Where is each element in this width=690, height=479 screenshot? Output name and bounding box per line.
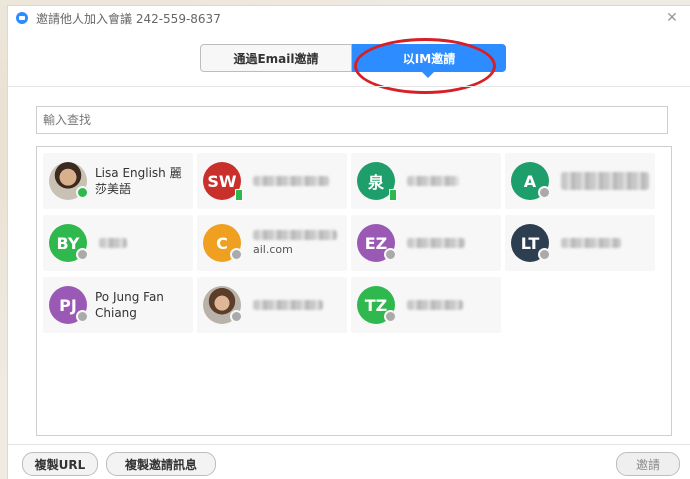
mobile-status-icon (235, 189, 243, 201)
avatar-initials: EZ (364, 233, 388, 253)
zoom-app-icon (16, 12, 28, 24)
avatar-initials: SW (207, 171, 237, 191)
contact-item[interactable] (197, 277, 347, 333)
title-bar: 邀請他人加入會議 242-559-8637 ✕ (8, 6, 690, 30)
contact-item[interactable]: Lisa English 麗莎美語 (43, 153, 193, 209)
contact-item[interactable]: EZ (351, 215, 501, 271)
contact-item[interactable]: SW (197, 153, 347, 209)
close-icon[interactable]: ✕ (664, 10, 680, 26)
blurred-name (253, 176, 329, 186)
avatar: A (511, 162, 551, 200)
mobile-status-icon (389, 189, 397, 201)
avatar-initials: C (216, 233, 228, 253)
blurred-name (253, 230, 337, 240)
contact-item[interactable]: LT (505, 215, 655, 271)
avatar (49, 162, 89, 200)
avatar (203, 286, 243, 324)
offline-status-icon (76, 248, 89, 261)
avatar: BY (49, 224, 89, 262)
blurred-name (99, 238, 127, 248)
search-input[interactable] (36, 106, 668, 134)
contact-name-block: ail.com (253, 230, 337, 256)
offline-status-icon (538, 186, 551, 199)
avatar: PJ (49, 286, 89, 324)
invite-button[interactable]: 邀請 (616, 452, 680, 476)
contact-item[interactable]: A (505, 153, 655, 209)
avatar: C (203, 224, 243, 262)
copy-invitation-button[interactable]: 複製邀請訊息 (106, 452, 216, 476)
contact-item[interactable]: TZ (351, 277, 501, 333)
avatar: EZ (357, 224, 397, 262)
avatar-initials: BY (56, 233, 80, 253)
avatar-initials: TZ (364, 295, 388, 315)
blurred-name (561, 238, 621, 248)
offline-status-icon (538, 248, 551, 261)
offline-status-icon (384, 248, 397, 261)
avatar-initials: A (523, 171, 537, 191)
offline-status-icon (76, 310, 89, 323)
avatar-initials: PJ (59, 295, 77, 315)
online-status-icon (76, 186, 89, 199)
offline-status-icon (384, 310, 397, 323)
copy-url-button[interactable]: 複製URL (22, 452, 98, 476)
avatar: LT (511, 224, 551, 262)
contact-item[interactable]: BY (43, 215, 193, 271)
blurred-name (407, 300, 463, 310)
divider (8, 86, 690, 87)
contact-name-partial: ail.com (253, 243, 293, 256)
blurred-name (561, 172, 649, 190)
avatar: SW (203, 162, 243, 201)
contact-grid: Lisa English 麗莎美語 SW 泉 A BY C ail.com EZ… (43, 153, 655, 333)
invite-dialog: 邀請他人加入會議 242-559-8637 ✕ 通過Email邀請 以IM邀請 … (8, 6, 690, 479)
blurred-name (253, 300, 323, 310)
contact-item[interactable]: PJ Po Jung Fan Chiang (43, 277, 193, 333)
contact-item[interactable]: 泉 (351, 153, 501, 209)
footer-divider (8, 444, 690, 445)
offline-status-icon (230, 310, 243, 323)
blurred-name (407, 238, 465, 248)
avatar: 泉 (357, 162, 397, 201)
contact-list[interactable]: Lisa English 麗莎美語 SW 泉 A BY C ail.com EZ… (36, 146, 672, 436)
contact-name: Lisa English 麗莎美語 (95, 166, 182, 196)
avatar-initials: 泉 (367, 173, 384, 192)
contact-name: Po Jung Fan Chiang (95, 290, 164, 320)
blurred-name (407, 176, 459, 186)
avatar-initials: LT (520, 233, 540, 253)
tab-email-invite[interactable]: 通過Email邀請 (200, 44, 352, 72)
avatar: TZ (357, 286, 397, 324)
offline-status-icon (230, 248, 243, 261)
contact-item[interactable]: C ail.com (197, 215, 347, 271)
window-title: 邀請他人加入會議 242-559-8637 (36, 11, 221, 26)
